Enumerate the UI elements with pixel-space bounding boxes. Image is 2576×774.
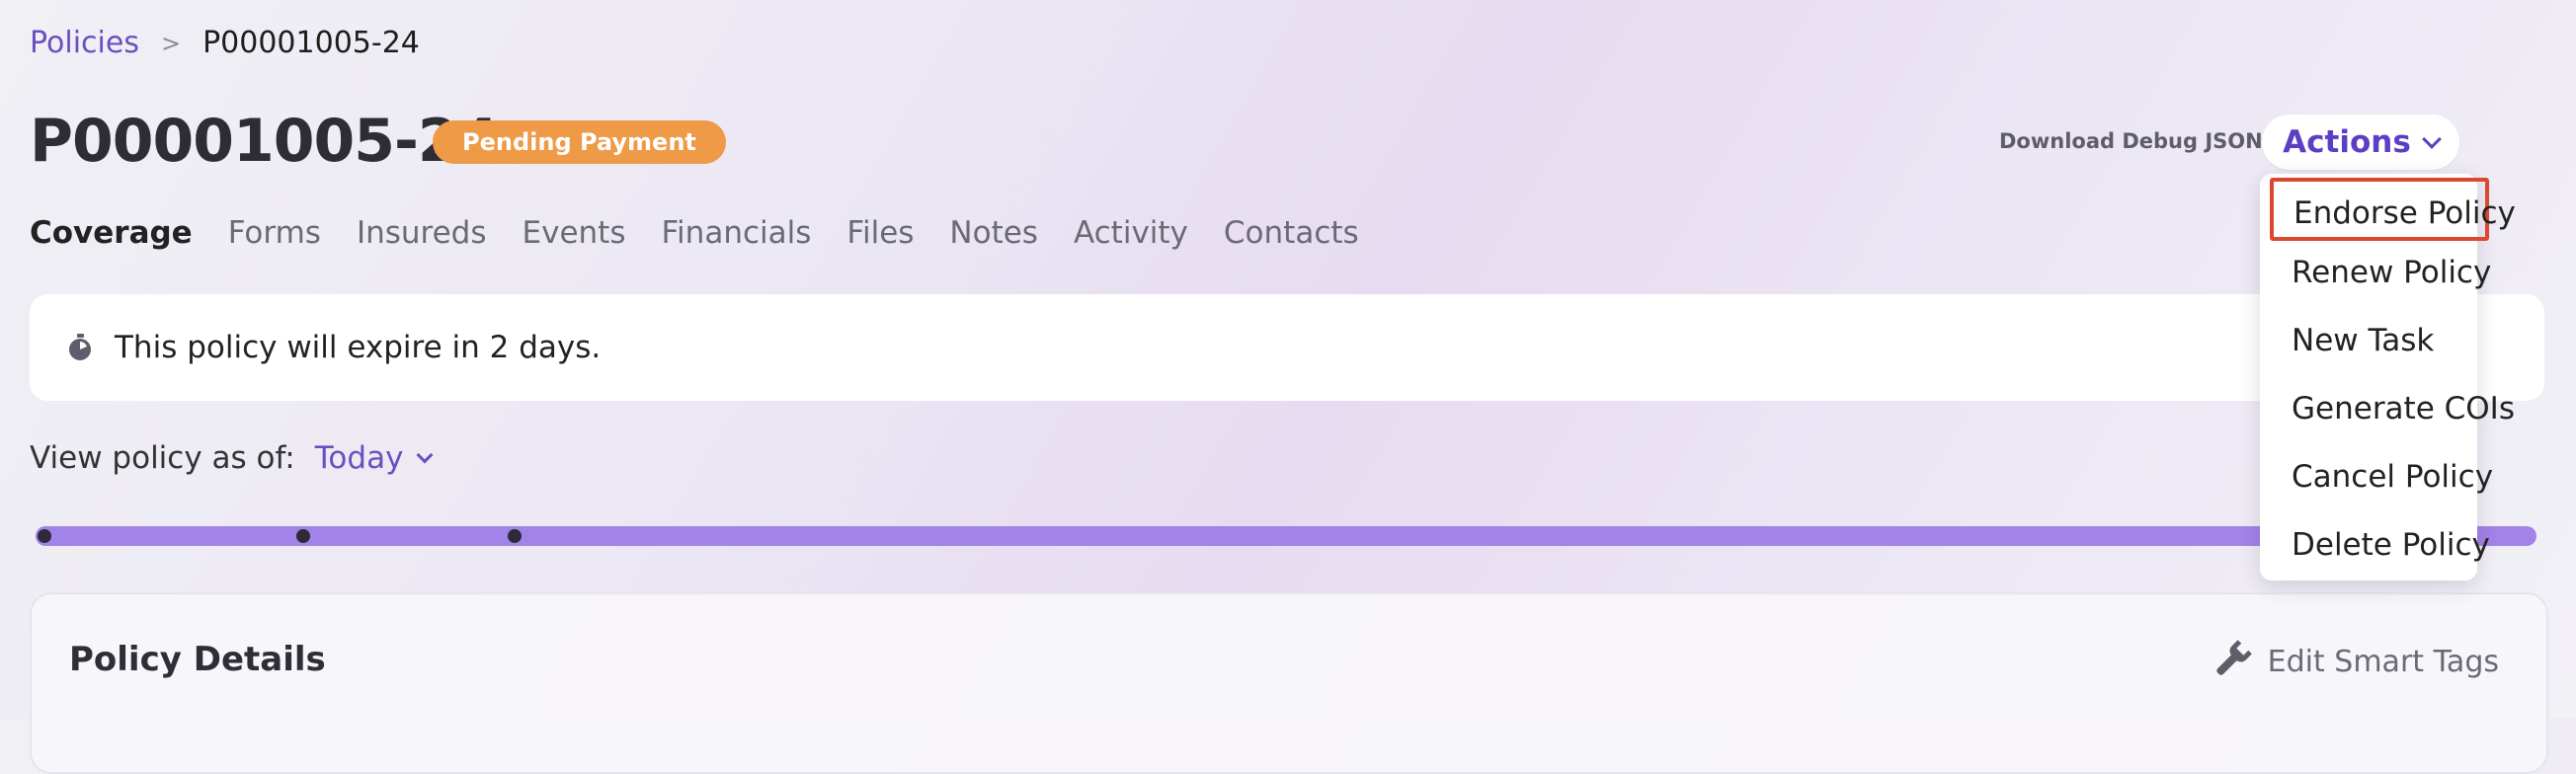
- breadcrumb-separator: >: [160, 29, 182, 57]
- alert-text: This policy will expire in 2 days.: [115, 330, 602, 365]
- breadcrumb-current: P00001005-24: [202, 26, 420, 60]
- breadcrumb-policies-link[interactable]: Policies: [30, 26, 139, 60]
- timer-icon: [65, 333, 95, 362]
- tab-events[interactable]: Events: [523, 215, 626, 251]
- wrench-icon: [2211, 638, 2254, 685]
- actions-button-label: Actions: [2283, 124, 2411, 160]
- policy-details-card: Policy Details Edit Smart Tags: [30, 592, 2548, 774]
- tab-files[interactable]: Files: [846, 215, 914, 251]
- policy-timeline: [36, 526, 2536, 546]
- timeline-marker[interactable]: [508, 529, 522, 543]
- menu-item-new-task[interactable]: New Task: [2292, 323, 2434, 358]
- timeline-marker[interactable]: [296, 529, 310, 543]
- tab-coverage[interactable]: Coverage: [30, 215, 193, 251]
- edit-smart-tags-label: Edit Smart Tags: [2267, 644, 2499, 679]
- download-debug-json-link[interactable]: Download Debug JSON: [1999, 129, 2263, 153]
- tab-forms[interactable]: Forms: [228, 215, 321, 251]
- page-title: P00001005-24: [30, 107, 499, 176]
- menu-item-delete-policy[interactable]: Delete Policy: [2292, 527, 2490, 563]
- menu-item-renew-policy[interactable]: Renew Policy: [2292, 255, 2491, 290]
- tab-bar: Coverage Forms Insureds Events Financial…: [30, 215, 1359, 251]
- tab-activity[interactable]: Activity: [1074, 215, 1188, 251]
- tab-financials[interactable]: Financials: [661, 215, 811, 251]
- menu-item-endorse-policy[interactable]: Endorse Policy: [2270, 178, 2516, 241]
- view-as-date-dropdown[interactable]: Today: [315, 440, 404, 476]
- menu-item-generate-cois[interactable]: Generate COIs: [2292, 391, 2515, 426]
- chevron-down-icon: [2421, 129, 2442, 149]
- policy-details-title: Policy Details: [69, 640, 326, 679]
- view-policy-as-of: View policy as of: Today: [30, 440, 434, 476]
- expiry-alert: This policy will expire in 2 days.: [30, 294, 2544, 401]
- breadcrumb: Policies > P00001005-24: [30, 26, 420, 60]
- status-badge: Pending Payment: [433, 120, 726, 164]
- actions-button[interactable]: Actions: [2262, 115, 2459, 170]
- tab-insureds[interactable]: Insureds: [357, 215, 487, 251]
- chevron-down-icon[interactable]: [416, 446, 434, 464]
- actions-dropdown-menu: Endorse Policy Renew Policy New Task Gen…: [2260, 174, 2516, 580]
- edit-smart-tags-button[interactable]: Edit Smart Tags: [2211, 638, 2499, 685]
- tab-contacts[interactable]: Contacts: [1224, 215, 1359, 251]
- menu-item-cancel-policy[interactable]: Cancel Policy: [2292, 459, 2493, 495]
- timeline-marker[interactable]: [38, 529, 51, 543]
- tab-notes[interactable]: Notes: [949, 215, 1038, 251]
- view-as-label: View policy as of:: [30, 440, 295, 476]
